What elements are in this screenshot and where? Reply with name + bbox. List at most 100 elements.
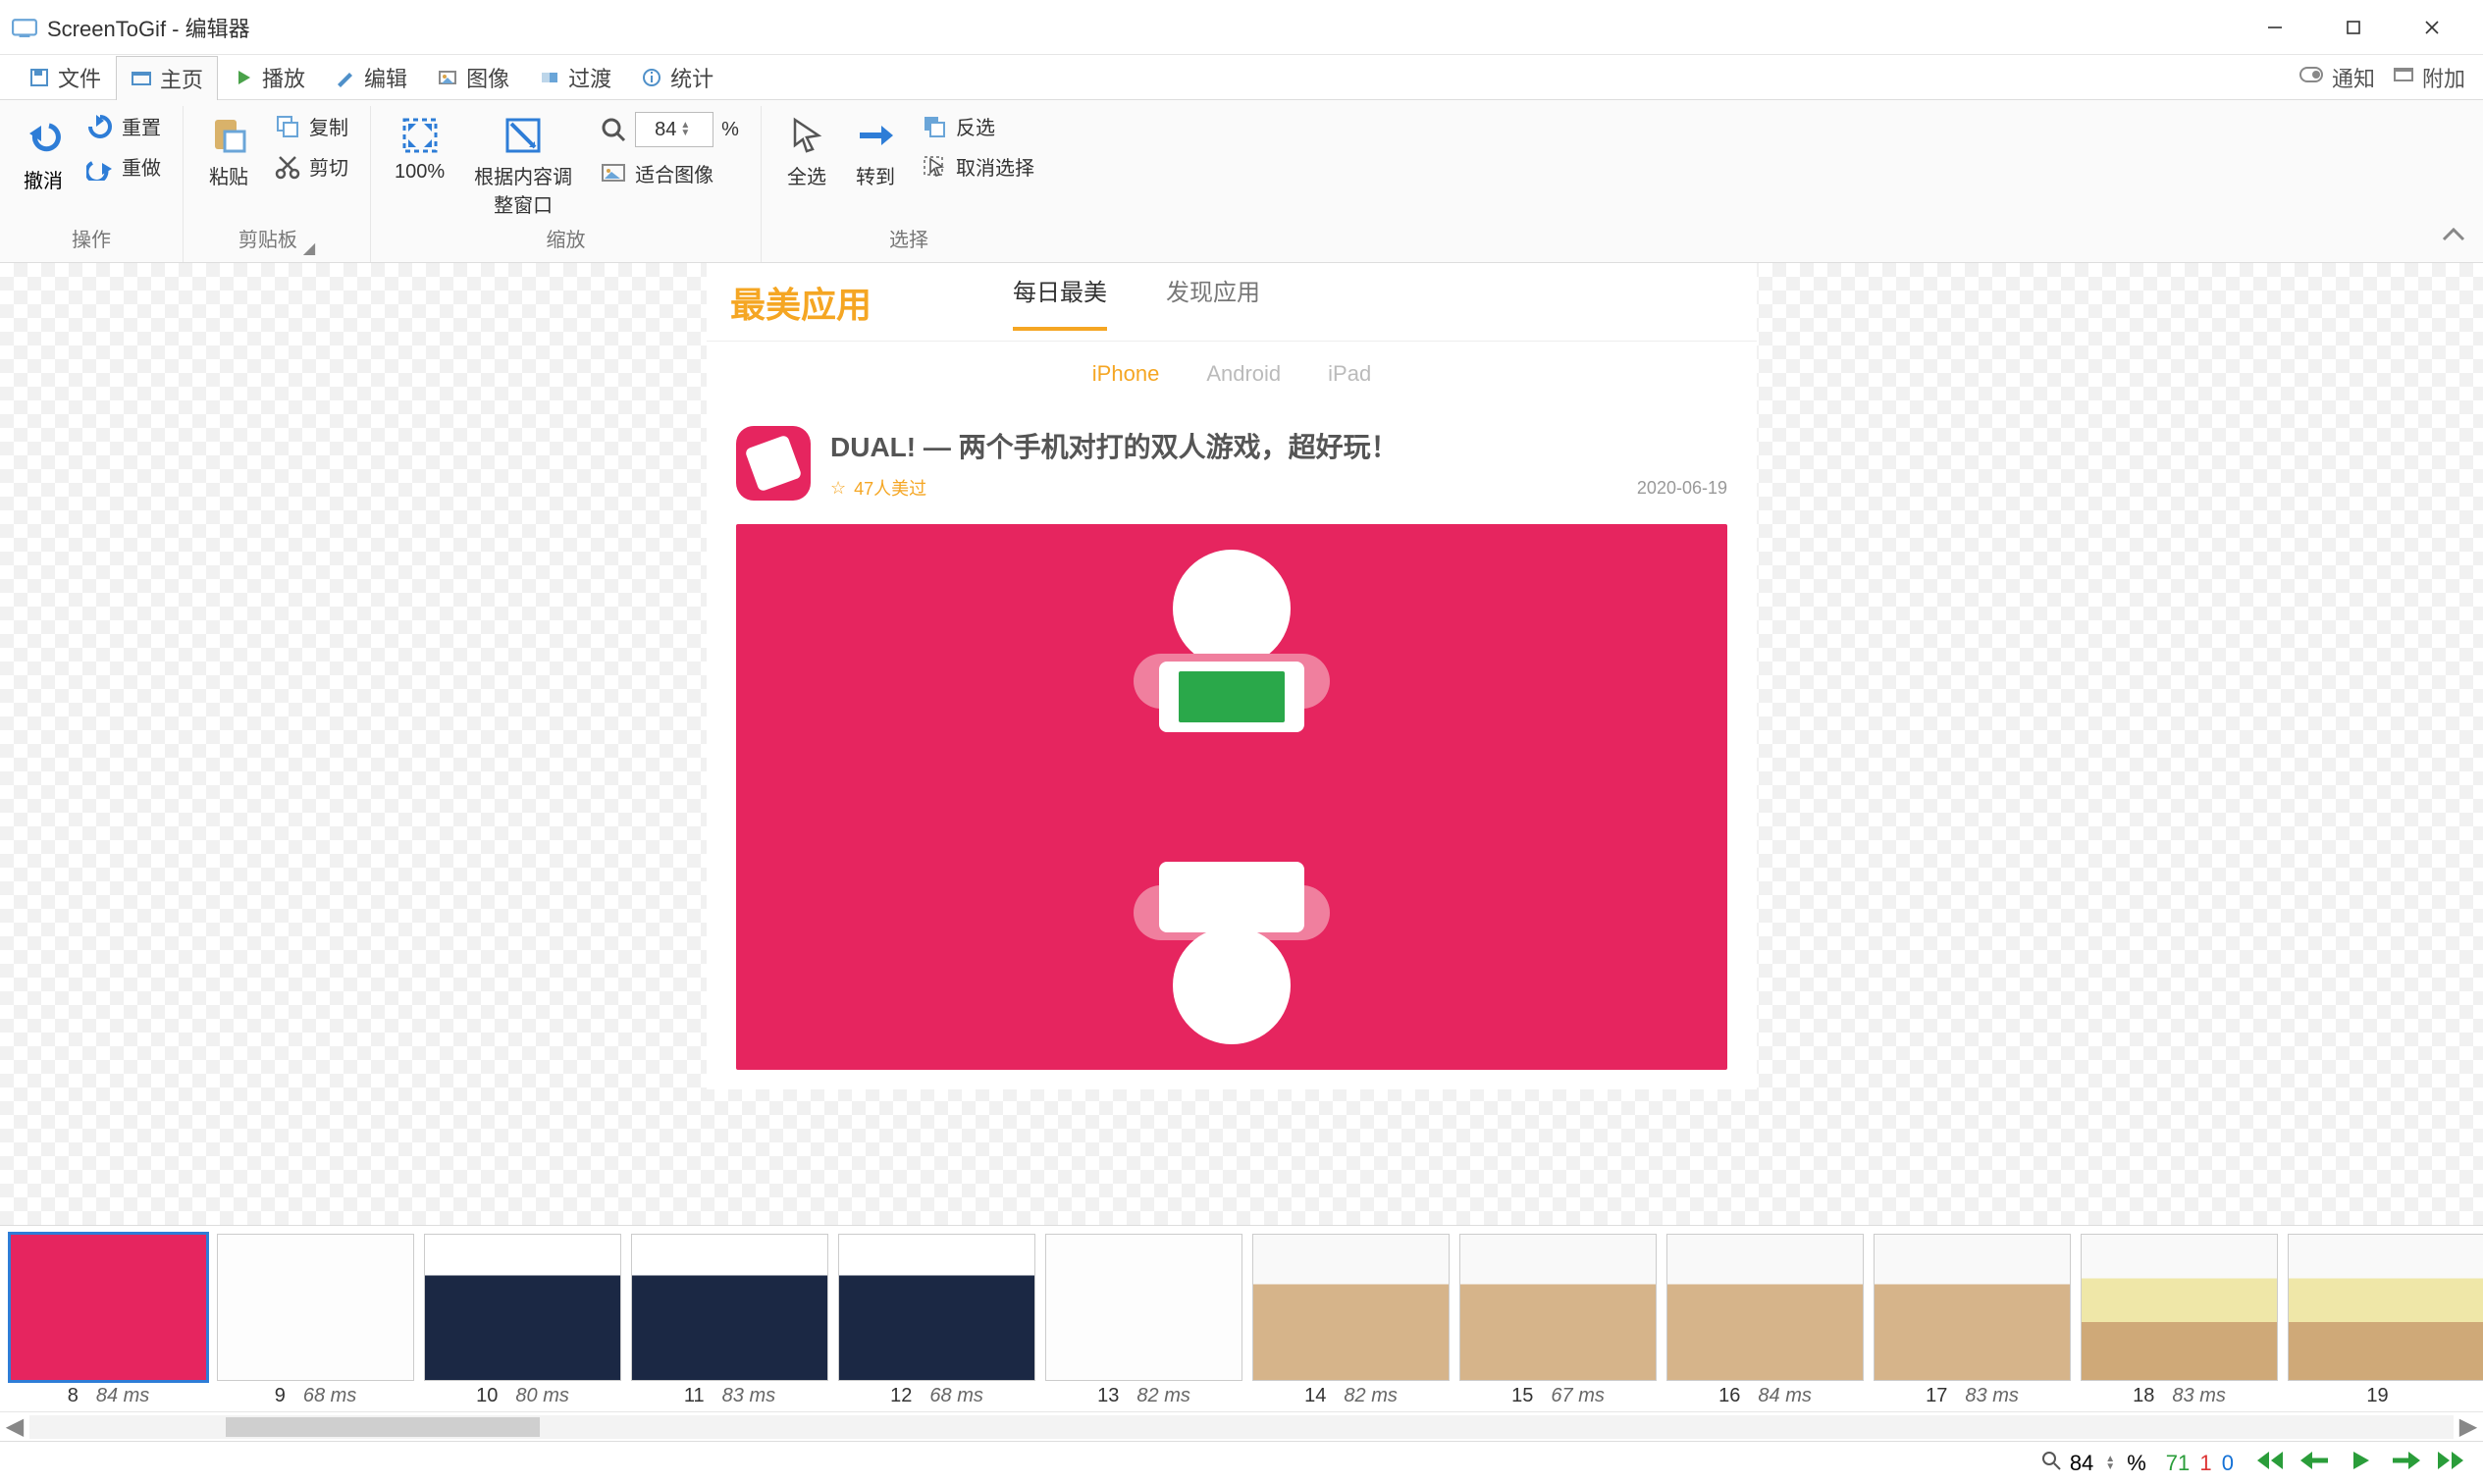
scroll-right-button[interactable]: ▶ (2454, 1412, 2483, 1441)
thumbnail[interactable]: 968 ms (217, 1234, 414, 1411)
transition-icon (539, 67, 560, 88)
thumbnail-label: 1382 ms (1097, 1385, 1190, 1407)
deselect-label: 取消选择 (956, 152, 1034, 181)
thumbnail-duration: 67 ms (1551, 1385, 1604, 1407)
tab-edit-label: 编辑 (364, 62, 407, 93)
cut-button[interactable]: 剪切 (270, 150, 352, 183)
thumbnails-row[interactable]: 884 ms 968 ms 1080 ms 1183 ms 12 68 ms 13… (0, 1226, 2483, 1411)
zoom-spinner[interactable]: ▲▼ (680, 122, 690, 137)
tab-edit[interactable]: 编辑 (320, 55, 422, 100)
thumbnail[interactable]: 1482 ms (1252, 1234, 1450, 1411)
thumbnail[interactable]: 1080 ms (424, 1234, 621, 1411)
redo-button[interactable]: 重做 (82, 150, 165, 183)
paste-button[interactable]: 粘贴 (201, 110, 256, 193)
thumbnail-image (1666, 1234, 1864, 1381)
group-label-actions: 操作 (72, 222, 111, 258)
window-icon (2393, 65, 2414, 90)
minimize-button[interactable] (2236, 0, 2314, 55)
magnifier-icon (2040, 1450, 2062, 1477)
thumbnail-image (1874, 1234, 2071, 1381)
count-selected: 1 (2199, 1451, 2211, 1475)
maximize-button[interactable] (2314, 0, 2393, 55)
thumbnail[interactable]: 12 68 ms (838, 1234, 1035, 1411)
zoom-percent-label: % (721, 119, 739, 141)
thumbnail-number: 16 (1718, 1385, 1740, 1407)
thumbnail-label: 19 (2366, 1385, 2405, 1407)
zoom-100-button[interactable]: 100% (389, 110, 450, 187)
thumbnail-scrollbar[interactable]: ◀ ▶ (0, 1411, 2483, 1441)
tab-statistics[interactable]: 统计 (626, 55, 728, 100)
thumbnail[interactable]: 884 ms (10, 1234, 207, 1411)
close-button[interactable] (2393, 0, 2471, 55)
invert-selection-button[interactable]: 反选 (917, 110, 1038, 142)
collapse-ribbon-button[interactable] (2440, 225, 2467, 252)
thumbnail-number: 12 (890, 1385, 912, 1407)
thumbnail[interactable]: 18 83 ms (2081, 1234, 2278, 1411)
reset-button[interactable]: 重置 (82, 110, 165, 142)
tab-statistics-label: 统计 (670, 62, 713, 93)
copy-button[interactable]: 复制 (270, 110, 352, 142)
scroll-thumb[interactable] (226, 1417, 540, 1437)
scroll-left-button[interactable]: ◀ (0, 1412, 29, 1441)
tab-image[interactable]: 图像 (422, 55, 524, 100)
thumbnail-duration: 68 ms (929, 1385, 982, 1407)
thumbnail[interactable]: 1382 ms (1045, 1234, 1242, 1411)
fit-content-button[interactable]: 根据内容调整窗口 (464, 110, 582, 222)
tab-transition[interactable]: 过渡 (524, 55, 626, 100)
thumbnail-duration: 83 ms (2172, 1385, 2225, 1407)
thumbnail-image (838, 1234, 1035, 1381)
thumbnail-image (1459, 1234, 1657, 1381)
nav-next-button[interactable] (2389, 1448, 2422, 1479)
select-all-button[interactable]: 全选 (779, 110, 834, 193)
article: DUAL! — 两个手机对打的双人游戏，超好玩！ ☆47人美过 2020-06-… (707, 406, 1757, 1089)
article-title: DUAL! — 两个手机对打的双人游戏，超好玩！ (830, 426, 1727, 465)
undo-button[interactable] (18, 110, 69, 157)
notifications-button[interactable]: 通知 (2298, 62, 2375, 93)
nav-prev-button[interactable] (2298, 1448, 2332, 1479)
app-badge-icon (736, 426, 811, 501)
home-frame-icon (131, 68, 152, 89)
platform-ipad[interactable]: iPad (1328, 361, 1371, 387)
copy-label: 复制 (309, 112, 348, 140)
nav-play-button[interactable] (2344, 1448, 2377, 1479)
thumbnail-duration: 82 ms (1136, 1385, 1189, 1407)
extras-button[interactable]: 附加 (2393, 62, 2465, 93)
status-zoom[interactable]: 84 ▲▼ % (2040, 1450, 2146, 1477)
thumbnail-duration: 84 ms (1758, 1385, 1811, 1407)
zoom-input[interactable]: 84▲▼ (635, 112, 713, 147)
deselect-button[interactable]: 取消选择 (917, 150, 1038, 183)
canvas-area[interactable]: 最美应用 每日最美 发现应用 iPhone Android iPad DUAL!… (0, 263, 2483, 1225)
thumbnail[interactable]: 16 84 ms (1666, 1234, 1864, 1411)
fit-image-icon (600, 160, 627, 187)
content-tab-discover[interactable]: 发现应用 (1166, 273, 1260, 331)
tab-image-label: 图像 (466, 62, 509, 93)
thumbnail[interactable]: 1783 ms (1874, 1234, 2071, 1411)
thumbnail[interactable]: 1183 ms (631, 1234, 828, 1411)
thumbnail-image (217, 1234, 414, 1381)
tab-file-label: 文件 (58, 62, 101, 93)
play-icon (233, 67, 254, 88)
goto-button[interactable]: 转到 (848, 110, 903, 193)
nav-first-button[interactable] (2253, 1448, 2287, 1479)
platform-android[interactable]: Android (1206, 361, 1281, 387)
nav-last-button[interactable] (2434, 1448, 2467, 1479)
thumbnail[interactable]: 19 (2288, 1234, 2483, 1411)
content-tab-daily[interactable]: 每日最美 (1013, 273, 1107, 331)
tab-file[interactable]: 文件 (14, 55, 116, 100)
tab-home-label: 主页 (160, 63, 203, 94)
platform-tabs: iPhone Android iPad (707, 342, 1757, 406)
fit-image-button[interactable]: 适合图像 (596, 157, 743, 189)
platform-iphone[interactable]: iPhone (1092, 361, 1160, 387)
fit-content-label: 根据内容调整窗口 (470, 161, 576, 218)
clipboard-dialog-launcher-icon[interactable]: ◢ (303, 238, 315, 258)
thumbnail[interactable]: 1567 ms (1459, 1234, 1657, 1411)
tab-home[interactable]: 主页 (116, 56, 218, 101)
hero-player-bottom (1134, 862, 1330, 1044)
scroll-track[interactable] (29, 1415, 2454, 1439)
status-zoom-spinner[interactable]: ▲▼ (2105, 1456, 2115, 1471)
thumbnail-label: 884 ms (68, 1385, 150, 1407)
tab-playback[interactable]: 播放 (218, 55, 320, 100)
magnifier-icon (600, 116, 627, 143)
status-zoom-value: 84 (2070, 1451, 2093, 1476)
thumbnail-number: 18 (2133, 1385, 2154, 1407)
